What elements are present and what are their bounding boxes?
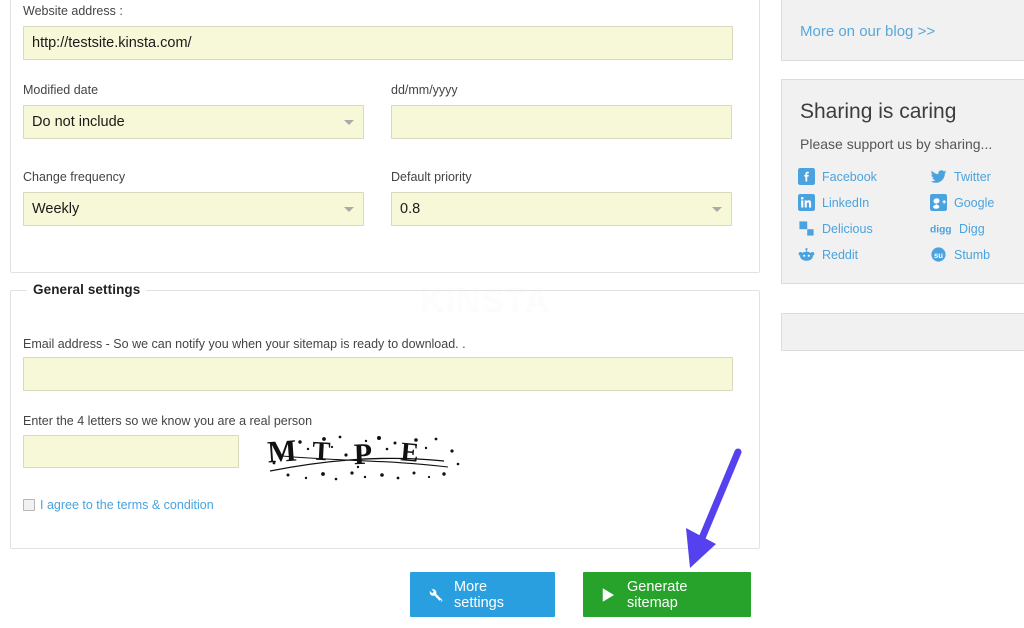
more-on-our-blog-link[interactable]: More on our blog >>	[800, 23, 935, 40]
right-sidebar: More on our blog >> Sharing is caring Pl…	[781, 0, 1024, 628]
share-label: Twitter	[954, 170, 991, 184]
share-link-stumbleupon[interactable]: su Stumb	[930, 246, 1024, 263]
blog-promo-box: More on our blog >>	[781, 0, 1024, 61]
svg-text:su: su	[934, 251, 943, 260]
sidebar-empty-box	[781, 313, 1024, 351]
share-label: Facebook	[822, 170, 877, 184]
main-content-column: KINSTA Website address : Modified date d…	[0, 0, 772, 628]
email-address-label: Email address - So we can notify you whe…	[23, 337, 466, 352]
sharing-subtitle: Please support us by sharing...	[800, 136, 992, 152]
play-triangle-icon	[599, 586, 617, 604]
email-address-input[interactable]	[23, 357, 733, 391]
share-label: LinkedIn	[822, 196, 869, 210]
change-frequency-select-wrapper[interactable]	[23, 192, 364, 226]
share-link-facebook[interactable]: Facebook	[798, 168, 930, 185]
digg-icon: digg	[930, 221, 952, 236]
svg-text:P: P	[353, 438, 372, 472]
twitter-icon	[930, 168, 947, 185]
general-settings-legend: General settings	[27, 282, 146, 297]
more-settings-label: More settings	[454, 579, 539, 611]
reddit-icon	[798, 246, 815, 263]
terms-checkbox[interactable]	[23, 499, 35, 511]
captcha-input[interactable]	[23, 435, 239, 468]
change-frequency-select[interactable]	[23, 192, 364, 226]
delicious-icon	[798, 220, 815, 237]
svg-text:M: M	[266, 433, 298, 470]
change-frequency-label: Change frequency	[23, 170, 125, 185]
share-label: Stumb	[954, 248, 990, 262]
default-priority-select-wrapper[interactable]	[391, 192, 732, 226]
page-root: KINSTA Website address : Modified date d…	[0, 0, 1024, 628]
share-link-delicious[interactable]: Delicious	[798, 220, 930, 237]
default-priority-select[interactable]	[391, 192, 732, 226]
terms-agreement-row[interactable]: I agree to the terms & condition	[23, 498, 214, 512]
website-address-input[interactable]	[23, 26, 733, 60]
share-link-linkedin[interactable]: LinkedIn	[798, 194, 930, 211]
share-label: Google	[954, 196, 994, 210]
share-link-twitter[interactable]: Twitter	[930, 168, 1024, 185]
share-link-digg[interactable]: digg Digg	[930, 220, 1024, 237]
modified-date-select[interactable]	[23, 105, 364, 139]
wrench-icon	[426, 586, 444, 604]
modified-date-input[interactable]	[391, 105, 732, 139]
date-format-label: dd/mm/yyyy	[391, 83, 458, 98]
share-link-google[interactable]: Google	[930, 194, 1024, 211]
sharing-title: Sharing is caring	[800, 100, 956, 124]
google-plus-icon	[930, 194, 947, 211]
more-settings-button[interactable]: More settings	[410, 572, 555, 617]
share-label: Digg	[959, 222, 985, 236]
linkedin-icon	[798, 194, 815, 211]
share-links-grid: Facebook Twitter LinkedIn	[798, 168, 1024, 263]
stumbleupon-icon: su	[930, 246, 947, 263]
captcha-instruction-label: Enter the 4 letters so we know you are a…	[23, 414, 312, 429]
website-address-label: Website address :	[23, 4, 123, 19]
generate-sitemap-button[interactable]: Generate sitemap	[583, 572, 751, 617]
modified-date-select-wrapper[interactable]	[23, 105, 364, 139]
captcha-image: M T P E	[266, 430, 466, 482]
facebook-icon	[798, 168, 815, 185]
share-link-reddit[interactable]: Reddit	[798, 246, 930, 263]
svg-text:digg: digg	[930, 224, 952, 235]
modified-date-label: Modified date	[23, 83, 98, 98]
default-priority-label: Default priority	[391, 170, 472, 185]
sharing-box: Sharing is caring Please support us by s…	[781, 79, 1024, 284]
share-label: Reddit	[822, 248, 858, 262]
share-label: Delicious	[822, 222, 873, 236]
terms-and-conditions-link[interactable]: I agree to the terms & condition	[40, 498, 214, 512]
generate-sitemap-label: Generate sitemap	[627, 579, 735, 611]
